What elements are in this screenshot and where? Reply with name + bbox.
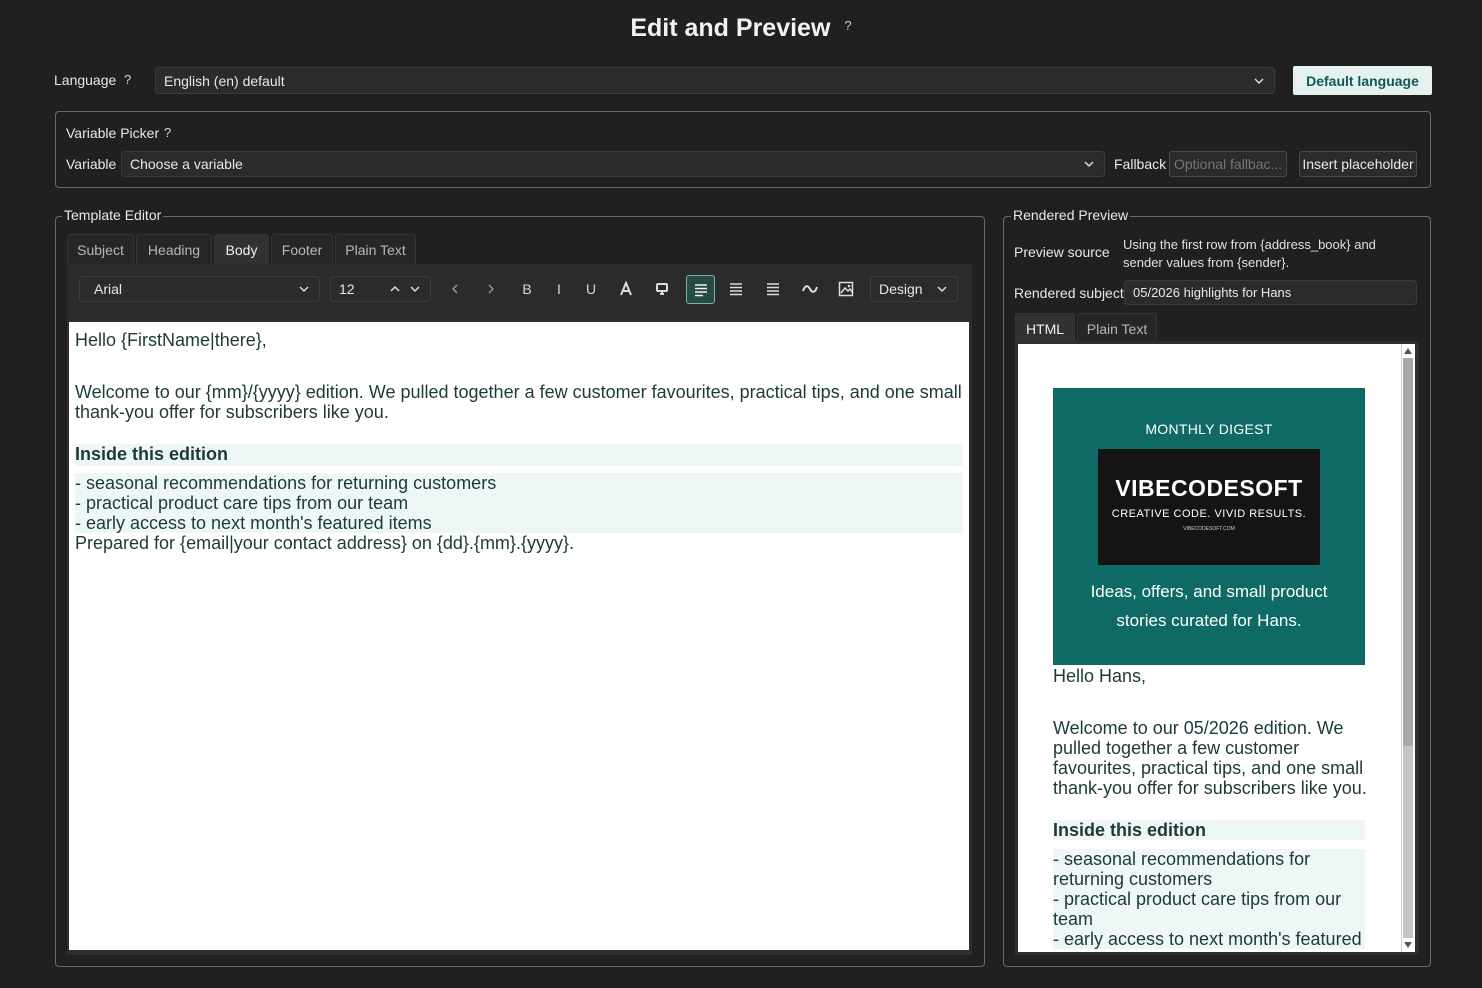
- align-right-icon[interactable]: [759, 275, 787, 303]
- list-item: - seasonal recommendations for: [1053, 849, 1311, 869]
- scroll-up-icon[interactable]: [1402, 345, 1414, 357]
- redo-chevron-right-icon[interactable]: [477, 275, 505, 303]
- rendered-subject-value: 05/2026 highlights for Hans: [1133, 285, 1292, 300]
- list-item: - early access to next month's featured: [1053, 929, 1362, 949]
- image-icon[interactable]: [832, 275, 860, 303]
- variable-label: Variable: [66, 156, 117, 172]
- page-title: Edit and Preview?: [630, 14, 852, 42]
- list-item: - practical product care tips from our t…: [75, 493, 409, 513]
- list-item: returning customers: [1053, 869, 1213, 889]
- html-preview: MONTHLY DIGEST VIBECODESOFT CREATIVE COD…: [1018, 344, 1401, 952]
- variable-picker-legend: Variable Picker: [66, 125, 160, 141]
- editor-section-heading: Inside this edition: [75, 444, 963, 466]
- editor-greeting: Hello {FirstName|there},: [75, 330, 267, 350]
- chevron-down-icon: [1254, 77, 1264, 84]
- rendered-subject-field: 05/2026 highlights for Hans: [1124, 280, 1417, 305]
- tab-footer[interactable]: Footer: [271, 234, 333, 264]
- bold-icon[interactable]: B: [513, 275, 541, 303]
- preview-source-text: Using the first row from {address_book} …: [1123, 237, 1376, 270]
- mode-select-value: Design: [879, 281, 923, 297]
- scrollbar-thumb[interactable]: [1403, 358, 1413, 746]
- template-editor-legend: Template Editor: [62, 207, 164, 223]
- editor-intro-line: thank-you offer for subscribers like you…: [75, 402, 389, 422]
- editor-prepared-line: Prepared for {email|your contact address…: [75, 533, 574, 553]
- tab-plain-text[interactable]: Plain Text: [335, 234, 416, 264]
- chevron-down-icon: [937, 286, 947, 293]
- list-item: - seasonal recommendations for returning…: [75, 473, 497, 493]
- chevron-down-icon[interactable]: [408, 282, 422, 296]
- underline-icon[interactable]: U: [577, 275, 605, 303]
- variable-select[interactable]: Choose a variable: [121, 151, 1105, 177]
- default-language-button[interactable]: Default language: [1293, 66, 1432, 95]
- language-select-value: English (en) default: [164, 72, 285, 89]
- link-icon[interactable]: [796, 275, 824, 303]
- help-icon[interactable]: ?: [844, 18, 851, 33]
- tab-html[interactable]: HTML: [1015, 313, 1075, 343]
- chevron-up-icon[interactable]: [388, 282, 402, 296]
- list-item: - practical product care tips from our: [1053, 889, 1342, 909]
- preview-source-label: Preview source: [1014, 244, 1110, 260]
- align-center-icon[interactable]: [722, 275, 750, 303]
- undo-chevron-left-icon[interactable]: [441, 275, 469, 303]
- highlight-icon[interactable]: [648, 275, 676, 303]
- tab-body[interactable]: Body: [214, 234, 269, 264]
- tab-subject[interactable]: Subject: [67, 234, 134, 264]
- font-size-value: 12: [339, 281, 355, 297]
- fallback-input[interactable]: [1169, 151, 1287, 177]
- font-size-stepper[interactable]: 12: [330, 276, 431, 302]
- rendered-preview-legend: Rendered Preview: [1011, 207, 1131, 223]
- list-item: - early access to next month's featured …: [75, 513, 432, 533]
- font-select[interactable]: Arial: [79, 276, 320, 302]
- chevron-down-icon: [1084, 161, 1094, 168]
- text-color-icon[interactable]: [612, 275, 640, 303]
- rendered-subject-label: Rendered subject: [1014, 285, 1124, 301]
- chevron-down-icon: [299, 286, 309, 293]
- email-intro: Welcome to our 05/2026 edition. We pulle…: [1053, 718, 1367, 798]
- scrollbar-track-lower[interactable]: [1403, 746, 1413, 938]
- body-editor[interactable]: Hello {FirstName|there}, Welcome to our …: [69, 322, 969, 950]
- variable-select-value: Choose a variable: [130, 156, 243, 172]
- language-help-icon[interactable]: ?: [124, 72, 131, 87]
- align-left-icon[interactable]: [686, 275, 715, 304]
- tab-heading[interactable]: Heading: [136, 234, 212, 264]
- email-greeting: Hello Hans,: [1053, 666, 1147, 686]
- banner-text: Ideas, offers, and small product stories…: [1090, 582, 1328, 630]
- mode-select[interactable]: Design: [870, 276, 958, 302]
- company-logo: VIBECODESOFT CREATIVE CODE. VIVID RESULT…: [1098, 449, 1320, 565]
- email-body: Hello Hans, Welcome to our 05/2026 editi…: [1053, 666, 1373, 949]
- language-label: Language: [54, 72, 117, 88]
- insert-placeholder-button[interactable]: Insert placeholder: [1299, 151, 1417, 177]
- font-select-value: Arial: [94, 281, 123, 297]
- scroll-down-icon[interactable]: [1402, 939, 1414, 951]
- email-list: - seasonal recommendations for returning…: [1053, 849, 1365, 949]
- fallback-label: Fallback: [1114, 156, 1167, 172]
- email-section-heading: Inside this edition: [1053, 820, 1365, 840]
- italic-icon[interactable]: I: [545, 275, 573, 303]
- editor-intro-line: Welcome to our {mm}/{yyyy} edition. We p…: [75, 382, 962, 402]
- tab-preview-plain-text[interactable]: Plain Text: [1077, 313, 1157, 343]
- language-select[interactable]: English (en) default: [155, 67, 1275, 94]
- list-item: team: [1053, 909, 1094, 929]
- variable-picker-help-icon[interactable]: ?: [164, 125, 171, 140]
- editor-list: - seasonal recommendations for returning…: [75, 473, 963, 533]
- email-banner: MONTHLY DIGEST VIBECODESOFT CREATIVE COD…: [1053, 388, 1365, 665]
- banner-kicker: MONTHLY DIGEST: [1145, 421, 1273, 437]
